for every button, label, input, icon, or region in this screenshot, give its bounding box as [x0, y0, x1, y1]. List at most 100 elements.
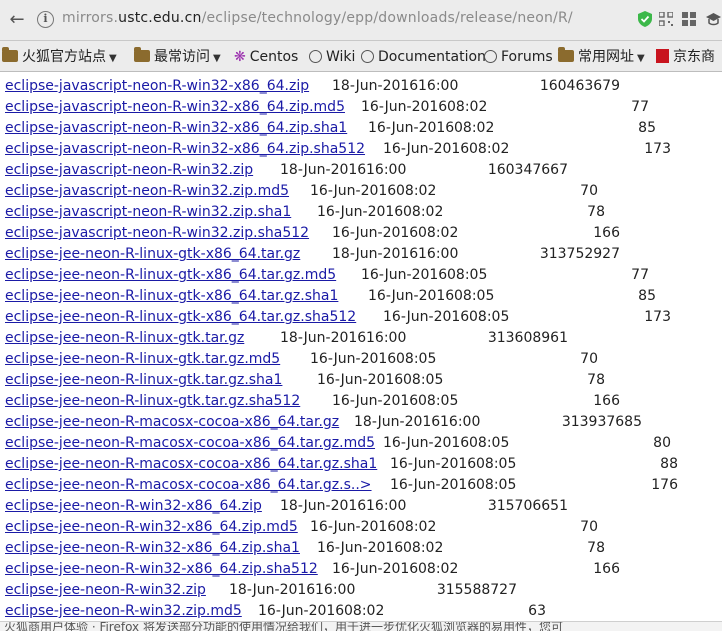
- table-row: eclipse-jee-neon-R-macosx-cocoa-x86_64.t…: [0, 412, 722, 433]
- file-size: 88: [660, 456, 678, 472]
- file-size: 85: [638, 288, 656, 304]
- bookmark-centos[interactable]: ❋ Centos: [234, 47, 298, 67]
- file-time: 16:00: [315, 582, 356, 598]
- table-row: eclipse-javascript-neon-R-win32-x86_64.z…: [0, 139, 722, 160]
- bookmark-forums[interactable]: Forums: [484, 47, 553, 67]
- file-date: 16-Jun-2016: [332, 561, 419, 577]
- url-host: ustc.edu.cn: [118, 10, 202, 26]
- file-link[interactable]: eclipse-jee-neon-R-linux-gtk.tar.gz.sha5…: [5, 391, 300, 412]
- file-date: 16-Jun-2016: [383, 435, 470, 451]
- table-row: eclipse-jee-neon-R-linux-gtk-x86_64.tar.…: [0, 286, 722, 307]
- file-link[interactable]: eclipse-jee-neon-R-linux-gtk.tar.gz.sha1: [5, 370, 282, 391]
- bookmark-jd[interactable]: 京东商: [656, 47, 715, 67]
- bookmark-firefox-official[interactable]: 火狐官方站点 ▼: [2, 47, 117, 67]
- bookmark-common-sites[interactable]: 常用网址 ▼: [558, 47, 645, 67]
- file-time: 08:02: [403, 204, 444, 220]
- file-date: 18-Jun-2016: [332, 78, 419, 94]
- file-link[interactable]: eclipse-jee-neon-R-macosx-cocoa-x86_64.t…: [5, 475, 372, 496]
- file-time: 08:02: [447, 99, 488, 115]
- file-link[interactable]: eclipse-jee-neon-R-win32.zip.md5: [5, 601, 242, 620]
- file-date: 16-Jun-2016: [317, 372, 404, 388]
- bookmarks-toolbar: 火狐官方站点 ▼ 最常访问 ▼ ❋ Centos Wiki Documentation…: [0, 41, 722, 72]
- file-link[interactable]: eclipse-jee-neon-R-win32.zip: [5, 580, 206, 601]
- jd-icon: [656, 49, 669, 63]
- chevron-down-icon: ▼: [109, 53, 117, 64]
- file-time: 16:00: [366, 162, 407, 178]
- file-time: 08:02: [469, 141, 510, 157]
- file-link[interactable]: eclipse-jee-neon-R-macosx-cocoa-x86_64.t…: [5, 433, 375, 454]
- file-link[interactable]: eclipse-javascript-neon-R-win32.zip.sha1: [5, 202, 291, 223]
- file-date: 16-Jun-2016: [368, 288, 455, 304]
- back-icon[interactable]: ←: [4, 7, 30, 33]
- cap-icon[interactable]: [705, 11, 722, 27]
- bookmark-most-visited[interactable]: 最常访问 ▼: [134, 47, 221, 67]
- file-link[interactable]: eclipse-javascript-neon-R-win32-x86_64.z…: [5, 76, 309, 97]
- bookmark-wiki[interactable]: Wiki: [309, 47, 355, 67]
- file-size: 173: [644, 309, 671, 325]
- file-size: 173: [644, 141, 671, 157]
- folder-icon: [558, 47, 574, 62]
- table-row: eclipse-jee-neon-R-linux-gtk-x86_64.tar.…: [0, 265, 722, 286]
- table-row: eclipse-javascript-neon-R-win32.zip.md5 1…: [0, 181, 722, 202]
- file-link[interactable]: eclipse-jee-neon-R-linux-gtk-x86_64.tar.…: [5, 265, 336, 286]
- file-link[interactable]: eclipse-javascript-neon-R-win32-x86_64.z…: [5, 118, 347, 139]
- file-date: 18-Jun-2016: [280, 162, 367, 178]
- file-link[interactable]: eclipse-jee-neon-R-win32-x86_64.zip.sha5…: [5, 559, 318, 580]
- table-row: eclipse-javascript-neon-R-win32.zip.sha1…: [0, 202, 722, 223]
- file-link[interactable]: eclipse-jee-neon-R-macosx-cocoa-x86_64.t…: [5, 454, 377, 475]
- file-link[interactable]: eclipse-jee-neon-R-macosx-cocoa-x86_64.t…: [5, 412, 339, 433]
- info-icon[interactable]: i: [37, 11, 54, 28]
- file-date: 18-Jun-2016: [229, 582, 316, 598]
- file-link[interactable]: eclipse-javascript-neon-R-win32.zip.md5: [5, 181, 289, 202]
- file-link[interactable]: eclipse-javascript-neon-R-win32-x86_64.z…: [5, 139, 365, 160]
- file-time: 08:02: [418, 561, 459, 577]
- file-date: 16-Jun-2016: [332, 393, 419, 409]
- table-row: eclipse-jee-neon-R-win32.zip.md5 16-Jun-2…: [0, 601, 722, 620]
- file-date: 16-Jun-2016: [310, 183, 397, 199]
- file-time: 16:00: [366, 330, 407, 346]
- file-size: 85: [638, 120, 656, 136]
- file-date: 16-Jun-2016: [368, 120, 455, 136]
- file-date: 18-Jun-2016: [280, 330, 367, 346]
- file-size: 315588727: [436, 582, 517, 598]
- file-link[interactable]: eclipse-jee-neon-R-win32-x86_64.zip.md5: [5, 517, 298, 538]
- file-link[interactable]: eclipse-jee-neon-R-linux-gtk-x86_64.tar.…: [5, 307, 356, 328]
- file-time: 08:02: [396, 519, 437, 535]
- qr-icon[interactable]: [659, 12, 673, 26]
- url-input[interactable]: mirrors.ustc.edu.cn/eclipse/technology/e…: [62, 10, 573, 26]
- table-row: eclipse-javascript-neon-R-win32.zip.sha5…: [0, 223, 722, 244]
- file-size: 78: [587, 540, 605, 556]
- file-link[interactable]: eclipse-jee-neon-R-win32-x86_64.zip.sha1: [5, 538, 300, 559]
- shield-icon[interactable]: [638, 11, 652, 27]
- file-listing: eclipse-javascript-neon-R-win32-x86_64.z…: [0, 72, 722, 620]
- file-link[interactable]: eclipse-javascript-neon-R-win32.zip: [5, 160, 253, 181]
- file-link[interactable]: eclipse-jee-neon-R-linux-gtk.tar.gz: [5, 328, 244, 349]
- file-size: 80: [653, 435, 671, 451]
- table-row: eclipse-jee-neon-R-win32-x86_64.zip.md5 1…: [0, 517, 722, 538]
- table-row: eclipse-jee-neon-R-linux-gtk.tar.gz.sha1…: [0, 370, 722, 391]
- file-date: 16-Jun-2016: [390, 477, 477, 493]
- url-prefix: mirrors.: [62, 10, 119, 26]
- file-size: 70: [580, 183, 598, 199]
- table-row: eclipse-javascript-neon-R-win32-x86_64.z…: [0, 97, 722, 118]
- file-link[interactable]: eclipse-jee-neon-R-linux-gtk-x86_64.tar.…: [5, 286, 338, 307]
- file-time: 08:05: [454, 288, 495, 304]
- grid-icon[interactable]: [682, 12, 696, 26]
- file-time: 08:02: [396, 183, 437, 199]
- file-size: 78: [587, 204, 605, 220]
- file-size: 160347667: [487, 162, 568, 178]
- file-link[interactable]: eclipse-javascript-neon-R-win32.zip.sha5…: [5, 223, 309, 244]
- folder-icon: [134, 47, 150, 62]
- file-link[interactable]: eclipse-jee-neon-R-win32-x86_64.zip: [5, 496, 262, 517]
- file-date: 16-Jun-2016: [317, 540, 404, 556]
- file-link[interactable]: eclipse-jee-neon-R-linux-gtk-x86_64.tar.…: [5, 244, 300, 265]
- folder-icon: [2, 47, 18, 62]
- file-link[interactable]: eclipse-jee-neon-R-linux-gtk.tar.gz.md5: [5, 349, 280, 370]
- file-time: 08:02: [403, 540, 444, 556]
- file-size: 313752927: [539, 246, 620, 262]
- file-size: 77: [631, 99, 649, 115]
- bookmark-documentation[interactable]: Documentation: [361, 47, 486, 67]
- table-row: eclipse-jee-neon-R-win32.zip 18-Jun-2016 1…: [0, 580, 722, 601]
- file-link[interactable]: eclipse-javascript-neon-R-win32-x86_64.z…: [5, 97, 345, 118]
- file-size: 166: [593, 561, 620, 577]
